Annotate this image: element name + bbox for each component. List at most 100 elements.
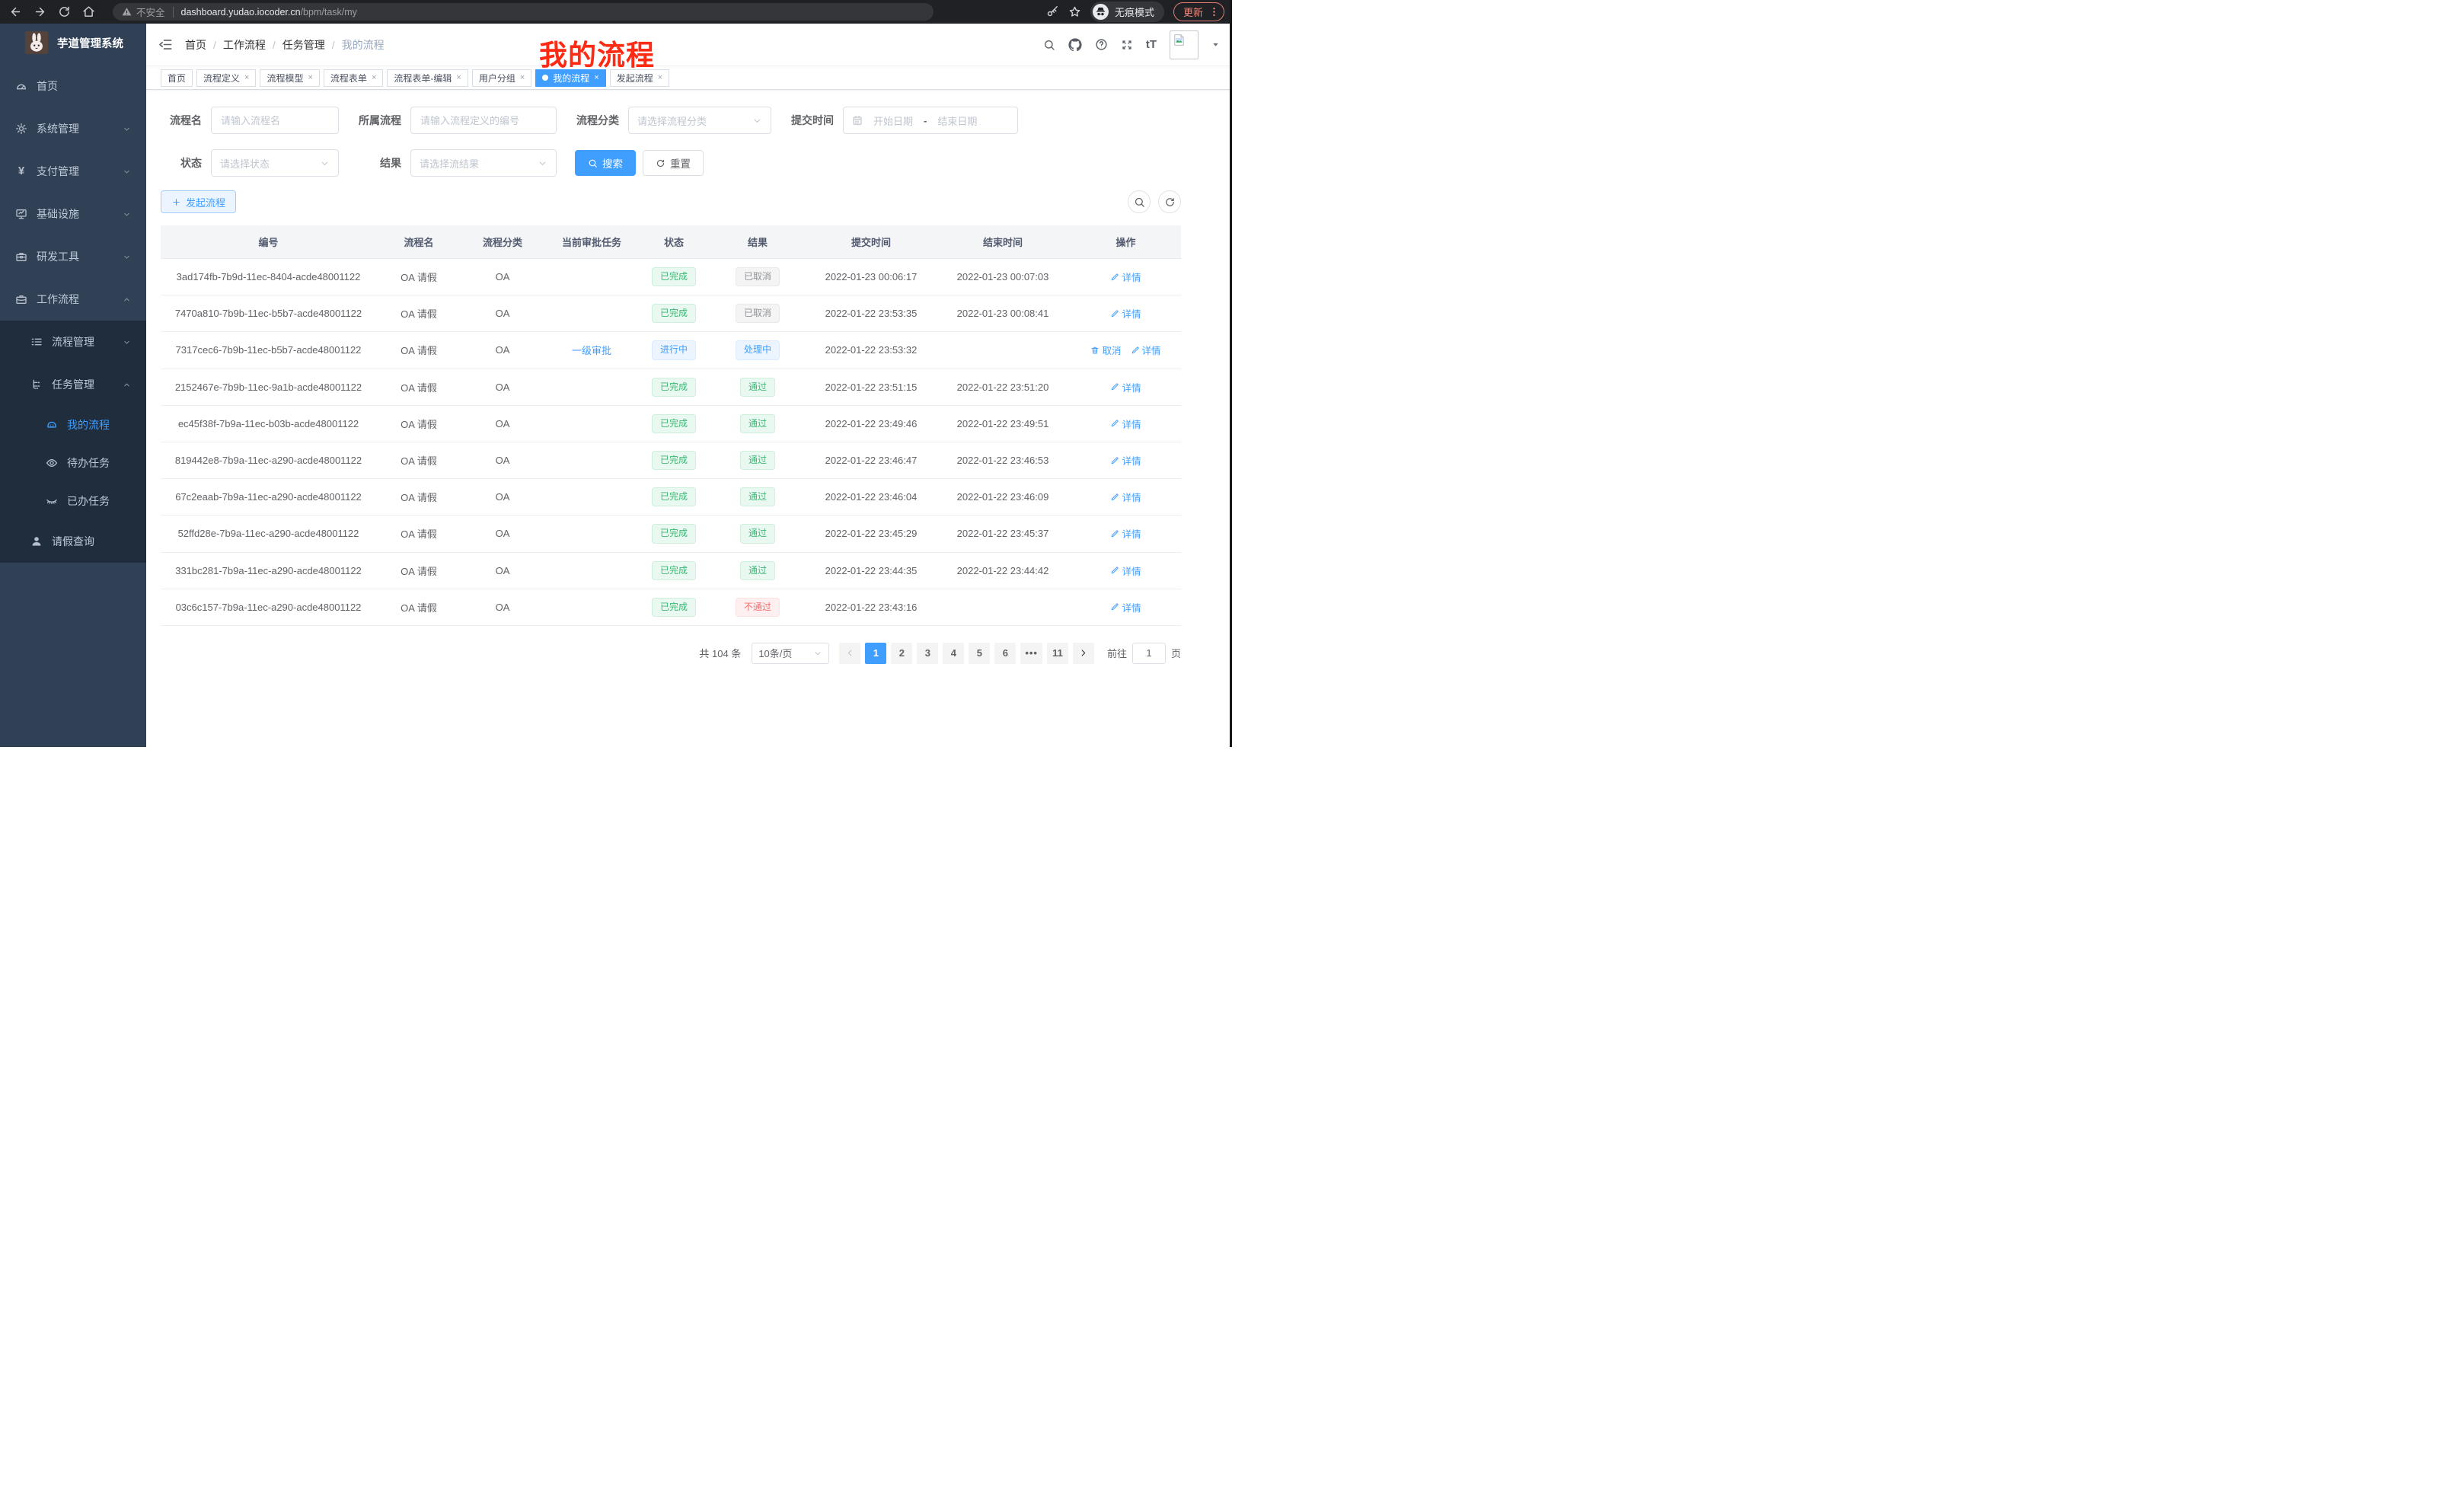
cell-id: ec45f38f-7b9a-11ec-b03b-acde48001122 [161,405,376,442]
address-bar[interactable]: 不安全 dashboard.yudao.iocoder.cn/bpm/task/… [113,3,934,21]
close-icon[interactable]: × [308,74,312,82]
detail-button[interactable]: 详情 [1110,526,1141,541]
avatar[interactable] [1170,30,1198,59]
search-button[interactable]: 搜索 [575,150,636,176]
detail-button[interactable]: 详情 [1131,343,1161,357]
pager-more-button[interactable]: ••• [1020,643,1042,664]
pager-page-11[interactable]: 11 [1047,643,1068,664]
task-link[interactable]: 一级审批 [572,345,611,356]
sidebar-item-home[interactable]: 首页 [0,65,146,107]
sidebar-item-task-management[interactable]: 任务管理 [0,363,146,406]
category-select[interactable]: 请选择流程分类 [628,107,771,134]
fullscreen-icon[interactable] [1121,39,1133,51]
refresh-table-button[interactable] [1158,190,1181,213]
result-badge: 通过 [740,487,775,506]
key-icon[interactable] [1046,5,1059,18]
detail-button[interactable]: 详情 [1110,270,1141,284]
sidebar-item-leave-query[interactable]: 请假查询 [0,520,146,563]
result-select[interactable]: 请选择流结果 [410,149,557,177]
breadcrumb-home[interactable]: 首页 [185,37,206,53]
caret-down-icon[interactable] [1211,40,1220,49]
browser-forward-icon[interactable] [34,5,46,18]
sidebar-item-infrastructure[interactable]: 基础设施 [0,193,146,235]
hamburger-icon[interactable] [158,37,173,52]
pager-next-button[interactable] [1073,643,1094,664]
close-icon[interactable]: × [244,74,249,82]
pager-page-3[interactable]: 3 [917,643,938,664]
close-icon[interactable]: × [372,74,376,82]
process-table: 编号流程名流程分类当前审批任务状态结果提交时间结束时间操作 3ad174fb-7… [161,225,1181,626]
chevron-down-icon [538,158,547,168]
status-badge: 已完成 [652,524,696,543]
pager-page-6[interactable]: 6 [994,643,1016,664]
process-name-input[interactable] [211,107,339,134]
detail-button[interactable]: 详情 [1110,563,1141,578]
breadcrumb-task-management[interactable]: 任务管理 [282,37,325,53]
start-process-button[interactable]: 发起流程 [161,190,236,213]
github-icon[interactable] [1068,38,1082,52]
pager-page-4[interactable]: 4 [943,643,964,664]
detail-button[interactable]: 详情 [1110,380,1141,394]
detail-button[interactable]: 详情 [1110,490,1141,504]
pager-prev-button[interactable] [839,643,860,664]
pager-page-1[interactable]: 1 [865,643,886,664]
cell-submit-time: 2022-01-22 23:53:32 [807,332,935,369]
close-icon[interactable]: × [594,74,598,82]
edit-icon [1110,382,1119,391]
table-row: 3ad174fb-7b9d-11ec-8404-acde48001122OA 请… [161,259,1181,295]
detail-button[interactable]: 详情 [1110,417,1141,431]
browser-reload-icon[interactable] [58,5,71,18]
active-dot [542,75,548,81]
detail-button[interactable]: 详情 [1110,600,1141,615]
column-header: 结果 [708,225,807,259]
cell-result: 已取消 [708,295,807,332]
detail-button[interactable]: 详情 [1110,453,1141,468]
sidebar-item-system[interactable]: 系统管理 [0,107,146,150]
sidebar-item-todo-task[interactable]: 待办任务 [0,444,146,482]
help-icon[interactable] [1095,38,1108,51]
toolbox-icon [15,251,27,263]
cell-category: OA [461,332,544,369]
tab-process-model[interactable]: 流程模型× [260,69,319,87]
sidebar-item-process-management[interactable]: 流程管理 [0,321,146,363]
sidebar-item-workflow[interactable]: 工作流程 [0,278,146,321]
filter-label: 结果 [357,155,401,171]
pager-page-2[interactable]: 2 [891,643,912,664]
sidebar-item-done-task[interactable]: 已办任务 [0,482,146,520]
font-size-icon[interactable]: tT [1146,38,1157,51]
sidebar-item-devtools[interactable]: 研发工具 [0,235,146,278]
status-select[interactable]: 请选择状态 [211,149,339,177]
bookmark-star-icon[interactable] [1068,5,1081,18]
show-search-button[interactable] [1128,190,1151,213]
tab-process-form-edit[interactable]: 流程表单-编辑× [387,69,468,87]
pager-page-5[interactable]: 5 [969,643,990,664]
close-icon[interactable]: × [520,74,525,82]
sidebar-item-payment[interactable]: ¥支付管理 [0,150,146,193]
browser-update-button[interactable]: 更新 [1173,2,1224,21]
close-icon[interactable]: × [456,74,461,82]
filter-label: 状态 [161,155,202,171]
edit-icon [1110,566,1119,575]
pagination: 共 104 条 10条/页 123456•••11 前往 页 [161,643,1181,664]
tab-user-group[interactable]: 用户分组× [472,69,531,87]
tab-process-definition[interactable]: 流程定义× [196,69,256,87]
search-icon[interactable] [1043,39,1055,51]
cell-process-name: OA 请假 [376,552,461,589]
close-icon[interactable]: × [658,74,662,82]
browser-menu-icon[interactable] [1208,6,1220,18]
goto-page-input[interactable] [1132,643,1166,664]
submit-time-range[interactable]: 开始日期 - 结束日期 [843,107,1018,134]
browser-home-icon[interactable] [82,5,95,18]
cancel-button[interactable]: 取消 [1090,343,1121,357]
breadcrumb-workflow[interactable]: 工作流程 [223,37,266,53]
tab-process-form[interactable]: 流程表单× [324,69,383,87]
app-logo[interactable]: 芋道管理系统 [0,24,146,62]
edit-icon [1110,419,1119,428]
sidebar-item-my-process[interactable]: 我的流程 [0,406,146,444]
reset-button[interactable]: 重置 [643,150,704,176]
detail-button[interactable]: 详情 [1110,306,1141,321]
page-size-select[interactable]: 10条/页 [752,643,829,664]
tab-home[interactable]: 首页 [161,69,193,87]
parent-process-input[interactable] [410,107,557,134]
browser-back-icon[interactable] [9,5,22,18]
